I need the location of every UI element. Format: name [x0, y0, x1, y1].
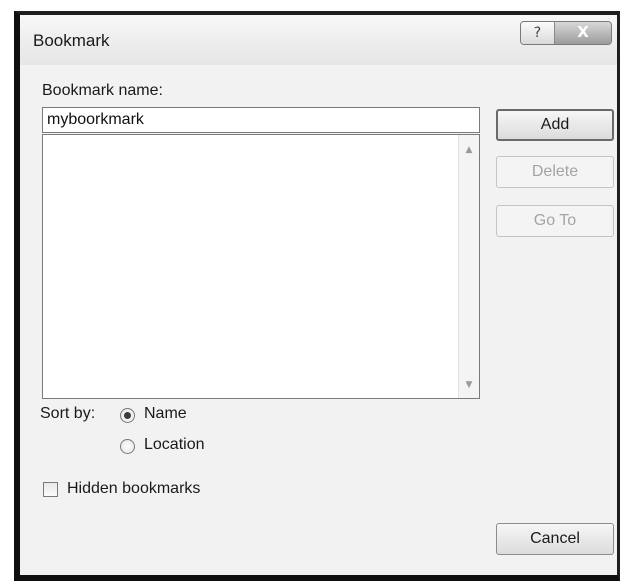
sort-name-radio[interactable] — [120, 408, 135, 423]
bookmark-name-label: Bookmark name: — [42, 82, 163, 99]
go-to-button[interactable]: Go To — [496, 205, 614, 237]
hidden-bookmarks-checkbox[interactable] — [43, 482, 58, 497]
dialog-title: Bookmark — [33, 31, 110, 50]
hidden-bookmarks-label[interactable]: Hidden bookmarks — [67, 480, 200, 498]
title-bar-buttons: ? X — [520, 21, 612, 45]
scroll-down-arrow-icon[interactable]: ▼ — [459, 376, 479, 394]
cancel-button[interactable]: Cancel — [496, 523, 614, 555]
bookmark-name-input[interactable] — [42, 107, 480, 133]
close-button[interactable]: X — [555, 22, 611, 44]
list-scrollbar[interactable]: ▲ ▼ — [458, 135, 479, 398]
sort-name-label[interactable]: Name — [144, 405, 187, 423]
bookmark-list[interactable]: ▲ ▼ — [42, 134, 480, 399]
scroll-up-arrow-icon[interactable]: ▲ — [459, 141, 479, 159]
bookmark-dialog: Bookmark ? X Bookmark name: ▲ ▼ Add Dele… — [14, 11, 620, 581]
help-button[interactable]: ? — [521, 22, 555, 44]
title-bar: Bookmark ? X — [20, 15, 617, 65]
sort-location-label[interactable]: Location — [144, 436, 205, 454]
add-button[interactable]: Add — [496, 109, 614, 141]
sort-by-label: Sort by: — [40, 405, 96, 422]
delete-button[interactable]: Delete — [496, 156, 614, 188]
sort-location-radio[interactable] — [120, 439, 135, 454]
